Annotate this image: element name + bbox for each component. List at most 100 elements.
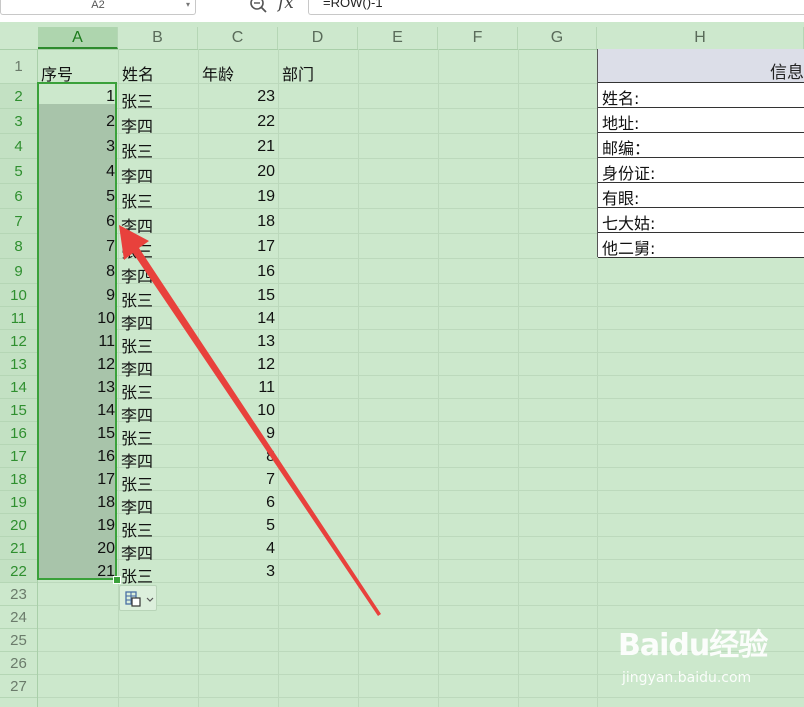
cell-age[interactable]: 13	[198, 333, 275, 351]
info-row[interactable]: 邮编：	[598, 133, 804, 158]
cell-seq[interactable]: 18	[38, 494, 115, 512]
cell-name[interactable]: 张三	[121, 238, 153, 262]
cell-age[interactable]: 20	[198, 163, 275, 181]
cell-name[interactable]: 李四	[121, 540, 153, 564]
column-header-c[interactable]: C	[198, 27, 278, 49]
row-header-9[interactable]: 9	[0, 259, 37, 284]
cell-seq[interactable]: 7	[38, 238, 115, 256]
chevron-down-icon[interactable]: ▾	[186, 0, 190, 10]
row-header-24[interactable]: 24	[0, 606, 37, 629]
row-header-1[interactable]: 1	[0, 49, 37, 84]
row-header-7[interactable]: 7	[0, 209, 37, 234]
row-header-21[interactable]: 21	[0, 537, 37, 560]
cell-seq[interactable]: 8	[38, 263, 115, 281]
cell-age[interactable]: 3	[198, 563, 275, 581]
cell-name[interactable]: 张三	[121, 563, 153, 587]
column-header-g[interactable]: G	[518, 27, 597, 49]
cell-seq[interactable]: 3	[38, 138, 115, 156]
row-header-15[interactable]: 15	[0, 399, 37, 422]
cell-seq[interactable]: 15	[38, 425, 115, 443]
row-header-22[interactable]: 22	[0, 560, 37, 583]
cell-name[interactable]: 张三	[121, 379, 153, 403]
cell-seq[interactable]: 10	[38, 310, 115, 328]
info-row[interactable]: 七大姑:	[598, 208, 804, 233]
cell-seq[interactable]: 17	[38, 471, 115, 489]
cell-age[interactable]: 5	[198, 517, 275, 535]
cell-age[interactable]: 10	[198, 402, 275, 420]
column-header-h[interactable]: H	[597, 27, 804, 49]
column-header-a[interactable]: A	[38, 27, 118, 49]
row-header-8[interactable]: 8	[0, 234, 37, 259]
header-dept[interactable]: 部门	[282, 61, 314, 85]
info-row[interactable]: 他二舅:	[598, 233, 804, 258]
cell-name[interactable]: 李四	[121, 448, 153, 472]
column-header-e[interactable]: E	[358, 27, 438, 49]
cell-name[interactable]: 张三	[121, 333, 153, 357]
cell-name[interactable]: 张三	[121, 471, 153, 495]
cell-name[interactable]: 张三	[121, 287, 153, 311]
cell-name[interactable]: 李四	[121, 310, 153, 334]
cell-name[interactable]: 张三	[121, 138, 153, 162]
cell-name[interactable]: 李四	[121, 494, 153, 518]
row-header-18[interactable]: 18	[0, 468, 37, 491]
cell-seq[interactable]: 6	[38, 213, 115, 231]
cell-seq[interactable]: 2	[38, 113, 115, 131]
cell-age[interactable]: 19	[198, 188, 275, 206]
header-name[interactable]: 姓名	[122, 61, 154, 85]
row-header-11[interactable]: 11	[0, 307, 37, 330]
cell-age[interactable]: 6	[198, 494, 275, 512]
row-header-4[interactable]: 4	[0, 134, 37, 159]
row-header-12[interactable]: 12	[0, 330, 37, 353]
row-header-10[interactable]: 10	[0, 284, 37, 307]
header-seq[interactable]: 序号	[41, 61, 73, 85]
row-header-16[interactable]: 16	[0, 422, 37, 445]
cell-age[interactable]: 4	[198, 540, 275, 558]
cell-seq[interactable]: 20	[38, 540, 115, 558]
row-header-14[interactable]: 14	[0, 376, 37, 399]
cell-name[interactable]: 张三	[121, 425, 153, 449]
cell-age[interactable]: 22	[198, 113, 275, 131]
cell-seq[interactable]: 12	[38, 356, 115, 374]
cell-seq[interactable]: 21	[38, 563, 115, 581]
cell-seq[interactable]: 5	[38, 188, 115, 206]
cell-age[interactable]: 11	[198, 379, 275, 397]
cell-seq[interactable]: 1	[38, 88, 115, 106]
cell-age[interactable]: 14	[198, 310, 275, 328]
row-header-19[interactable]: 19	[0, 491, 37, 514]
cell-seq[interactable]: 14	[38, 402, 115, 420]
cell-seq[interactable]: 9	[38, 287, 115, 305]
row-header-27[interactable]: 27	[0, 675, 37, 698]
name-box[interactable]: A2	[0, 0, 196, 15]
row-header-20[interactable]: 20	[0, 514, 37, 537]
formula-input[interactable]: =ROW()-1	[308, 0, 804, 15]
column-header-d[interactable]: D	[278, 27, 358, 49]
cell-age[interactable]: 16	[198, 263, 275, 281]
cell-age[interactable]: 23	[198, 88, 275, 106]
row-header-3[interactable]: 3	[0, 109, 37, 134]
row-header-17[interactable]: 17	[0, 445, 37, 468]
column-header-b[interactable]: B	[118, 27, 198, 49]
cell-seq[interactable]: 4	[38, 163, 115, 181]
cell-name[interactable]: 李四	[121, 213, 153, 237]
row-header-6[interactable]: 6	[0, 184, 37, 209]
info-row[interactable]: 地址:	[598, 108, 804, 133]
cell-seq[interactable]: 19	[38, 517, 115, 535]
info-row[interactable]: 身份证:	[598, 158, 804, 183]
row-header-25[interactable]: 25	[0, 629, 37, 652]
cell-name[interactable]: 张三	[121, 188, 153, 212]
cell-age[interactable]: 12	[198, 356, 275, 374]
row-header-5[interactable]: 5	[0, 159, 37, 184]
cell-name[interactable]: 张三	[121, 517, 153, 541]
info-row[interactable]: 姓名:	[598, 83, 804, 108]
cell-age[interactable]: 8	[198, 448, 275, 466]
cell-age[interactable]: 7	[198, 471, 275, 489]
row-header-2[interactable]: 2	[0, 84, 37, 109]
cell-seq[interactable]: 16	[38, 448, 115, 466]
cell-name[interactable]: 李四	[121, 263, 153, 287]
cell-name[interactable]: 李四	[121, 113, 153, 137]
cell-name[interactable]: 李四	[121, 402, 153, 426]
cell-age[interactable]: 9	[198, 425, 275, 443]
cell-seq[interactable]: 11	[38, 333, 115, 351]
cell-seq[interactable]: 13	[38, 379, 115, 397]
row-header-13[interactable]: 13	[0, 353, 37, 376]
